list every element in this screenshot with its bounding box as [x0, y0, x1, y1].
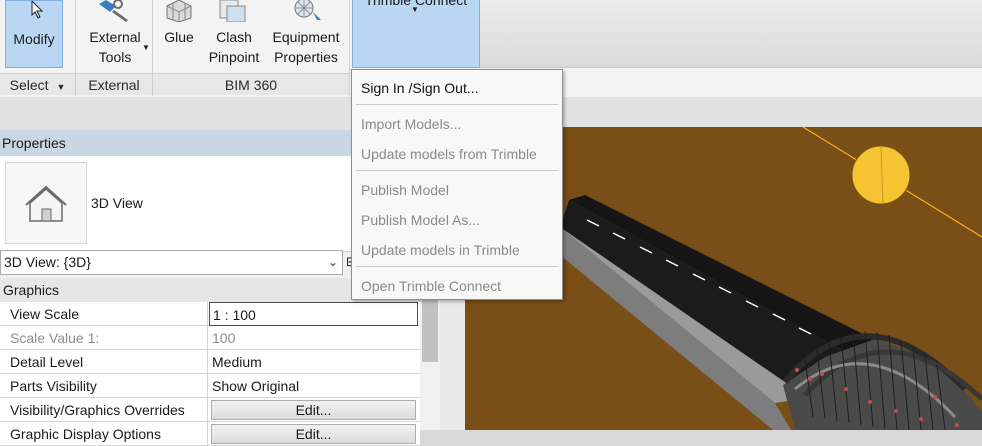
menu-item-open-trimble-connect[interactable]: Open Trimble Connect: [352, 273, 562, 299]
glue-icon: [166, 0, 192, 22]
ribbon-separator: [349, 0, 350, 96]
property-name: Visibility/Graphics Overrides: [0, 398, 208, 422]
table-row: Scale Value 1: 100: [0, 326, 420, 350]
menu-separator: [356, 104, 558, 105]
parts-visibility-value[interactable]: Show Original: [209, 374, 418, 398]
clash-pinpoint-icon: [219, 0, 246, 22]
type-selector-value: 3D View: {3D}: [4, 254, 91, 270]
panel-select-dropdown-icon: ▼: [56, 82, 66, 92]
table-row[interactable]: View Scale 1 : 100: [0, 302, 420, 326]
type-icon-frame: [5, 162, 87, 244]
properties-header: Properties: [0, 130, 352, 156]
table-row[interactable]: Detail Level Medium: [0, 350, 420, 374]
menu-separator: [356, 266, 558, 267]
type-preview: 3D View: [0, 156, 352, 252]
property-value: 100: [212, 330, 236, 346]
modify-cursor-icon: [31, 1, 44, 19]
modify-label: Modify: [13, 31, 55, 47]
house-icon: [25, 185, 67, 222]
external-tools-dropdown-icon[interactable]: ▼: [142, 38, 150, 58]
chevron-down-icon: ⌄: [327, 255, 338, 269]
view-scale-field[interactable]: 1 : 100: [209, 302, 418, 326]
equipment-properties-button[interactable]: Equipment Properties: [268, 0, 344, 68]
external-tools-icon: [99, 0, 128, 22]
glue-label: Glue: [164, 29, 194, 45]
panel-select[interactable]: Select ▼: [0, 73, 75, 95]
menu-item-sign-in[interactable]: Sign In /Sign Out...: [352, 75, 562, 101]
graphic-display-edit-button[interactable]: Edit...: [211, 424, 416, 444]
menu-separator: [356, 170, 558, 171]
detail-level-value[interactable]: Medium: [209, 350, 418, 374]
panel-bim360-label: BIM 360: [224, 77, 278, 93]
equipment-properties-label-line1: Equipment: [272, 29, 340, 45]
panel-bim360: BIM 360: [153, 73, 349, 95]
external-tools-button[interactable]: External Tools ▼: [82, 0, 150, 68]
menu-item-update-from-trimble[interactable]: Update models from Trimble: [352, 141, 562, 167]
type-selector-dropdown[interactable]: 3D View: {3D} ⌄: [0, 250, 343, 275]
modify-button[interactable]: Modify: [5, 0, 63, 68]
panel-external-label: External: [88, 77, 140, 93]
menu-item-publish-model[interactable]: Publish Model: [352, 177, 562, 203]
table-row[interactable]: Parts Visibility Show Original: [0, 374, 420, 398]
clash-pinpoint-label-line1: Clash: [216, 29, 252, 45]
equipment-properties-icon: [294, 0, 321, 20]
property-name: Parts Visibility: [0, 374, 208, 398]
property-name: Graphic Display Options: [0, 422, 208, 446]
vg-overrides-edit-button[interactable]: Edit...: [211, 400, 416, 420]
trimble-connect-menu: Sign In /Sign Out... Import Models... Up…: [351, 69, 563, 300]
clash-pinpoint-button[interactable]: Clash Pinpoint: [204, 0, 264, 68]
clash-pinpoint-label-line2: Pinpoint: [208, 49, 260, 65]
trimble-connect-caret-icon: ▼: [411, 5, 419, 14]
property-name: Detail Level: [0, 350, 208, 374]
ribbon-empty-area: [480, 0, 982, 68]
type-name: 3D View: [91, 195, 143, 211]
property-name: View Scale: [0, 302, 208, 326]
equipment-properties-label-line2: Properties: [274, 49, 338, 65]
menu-item-update-in-trimble[interactable]: Update models in Trimble: [352, 237, 562, 263]
external-tools-label-line1: External: [89, 29, 141, 45]
panel-external: External: [76, 73, 152, 95]
table-row[interactable]: Graphic Display Options Edit...: [0, 422, 420, 446]
external-tools-label-line2: Tools: [98, 49, 132, 65]
property-name: Scale Value 1:: [0, 326, 208, 350]
panel-select-label: Select: [9, 77, 49, 93]
menu-item-import-models[interactable]: Import Models...: [352, 111, 562, 137]
menu-item-publish-model-as[interactable]: Publish Model As...: [352, 207, 562, 233]
glue-button[interactable]: Glue: [158, 0, 200, 68]
trimble-connect-button[interactable]: Trimble Connect ▼: [352, 0, 480, 68]
table-row[interactable]: Visibility/Graphics Overrides Edit...: [0, 398, 420, 422]
